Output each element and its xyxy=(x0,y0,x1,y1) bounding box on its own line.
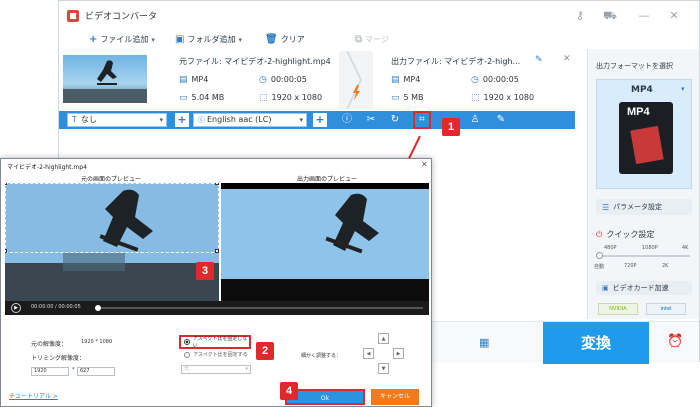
arrow-up-button[interactable]: ▲ xyxy=(378,333,389,344)
source-preview[interactable] xyxy=(5,183,219,301)
playback-time: 00:00:00 / 00:00:05 xyxy=(31,304,81,310)
output-preview xyxy=(221,183,429,301)
arrow-down-button[interactable]: ▼ xyxy=(378,363,389,374)
dialog-close-icon[interactable]: ✕ xyxy=(421,160,428,169)
annotation-badge-3: 3 xyxy=(196,262,214,280)
aspect-option-1-label: アスペクト比を固定しない xyxy=(192,336,248,349)
skater-output-image xyxy=(221,183,429,301)
aspect-option-2-label: アスペクト比を固定する xyxy=(193,352,248,358)
seek-thumb[interactable] xyxy=(95,305,101,311)
trim-height-input[interactable]: 627 xyxy=(77,367,115,376)
tutorial-link[interactable]: チュートリアル > xyxy=(9,391,58,400)
radio-unchecked-icon xyxy=(184,351,190,358)
crop-handle[interactable] xyxy=(215,249,219,253)
radio-checked-icon xyxy=(184,339,190,345)
crop-handle[interactable] xyxy=(5,183,7,185)
aspect-locked-option[interactable]: アスペクト比を固定する xyxy=(181,351,248,358)
aspect-unlocked-option[interactable]: アスペクト比を固定しない xyxy=(179,335,251,349)
aspect-ratio-select[interactable]: 元 ▾ xyxy=(181,365,251,374)
trim-resolution-label: トリミング解像度： xyxy=(31,355,86,362)
aspect-ratio-value: 元 xyxy=(184,366,190,372)
direction-pad: ▲ ◀ ▶ ▼ xyxy=(363,333,405,375)
fine-adjust-label: 細かく調整する： xyxy=(301,353,342,359)
original-resolution-label: 元の解像度： xyxy=(31,341,68,348)
trim-width-input[interactable]: 1920 xyxy=(31,367,69,376)
arrow-right-button[interactable]: ▶ xyxy=(393,348,404,359)
annotation-badge-2: 2 xyxy=(256,342,274,360)
player-bar: ▶ 00:00:00 / 00:00:05 xyxy=(5,301,429,315)
seek-bar[interactable] xyxy=(95,305,423,311)
crop-handle[interactable] xyxy=(215,183,219,185)
original-resolution-value: 1920 * 1080 xyxy=(81,339,113,345)
dropdown-arrow-icon: ▾ xyxy=(245,366,248,372)
play-icon[interactable]: ▶ xyxy=(11,303,21,313)
cancel-button[interactable]: キャンセル xyxy=(371,389,419,405)
output-preview-label: 出力画面のプレビュー xyxy=(297,176,358,183)
trim-separator: * xyxy=(72,367,75,373)
crop-dialog: マイビデオ-2-highlight.mp4 ✕ 元の画面のプレビュー 出力画面の… xyxy=(0,158,432,407)
annotation-badge-4: 4 xyxy=(280,382,298,400)
source-preview-label: 元の画面のプレビュー xyxy=(81,176,142,183)
crop-region[interactable] xyxy=(5,183,219,253)
dialog-title: マイビデオ-2-highlight.mp4 xyxy=(7,164,87,171)
crop-handle[interactable] xyxy=(5,249,7,253)
arrow-left-button[interactable]: ◀ xyxy=(363,348,374,359)
